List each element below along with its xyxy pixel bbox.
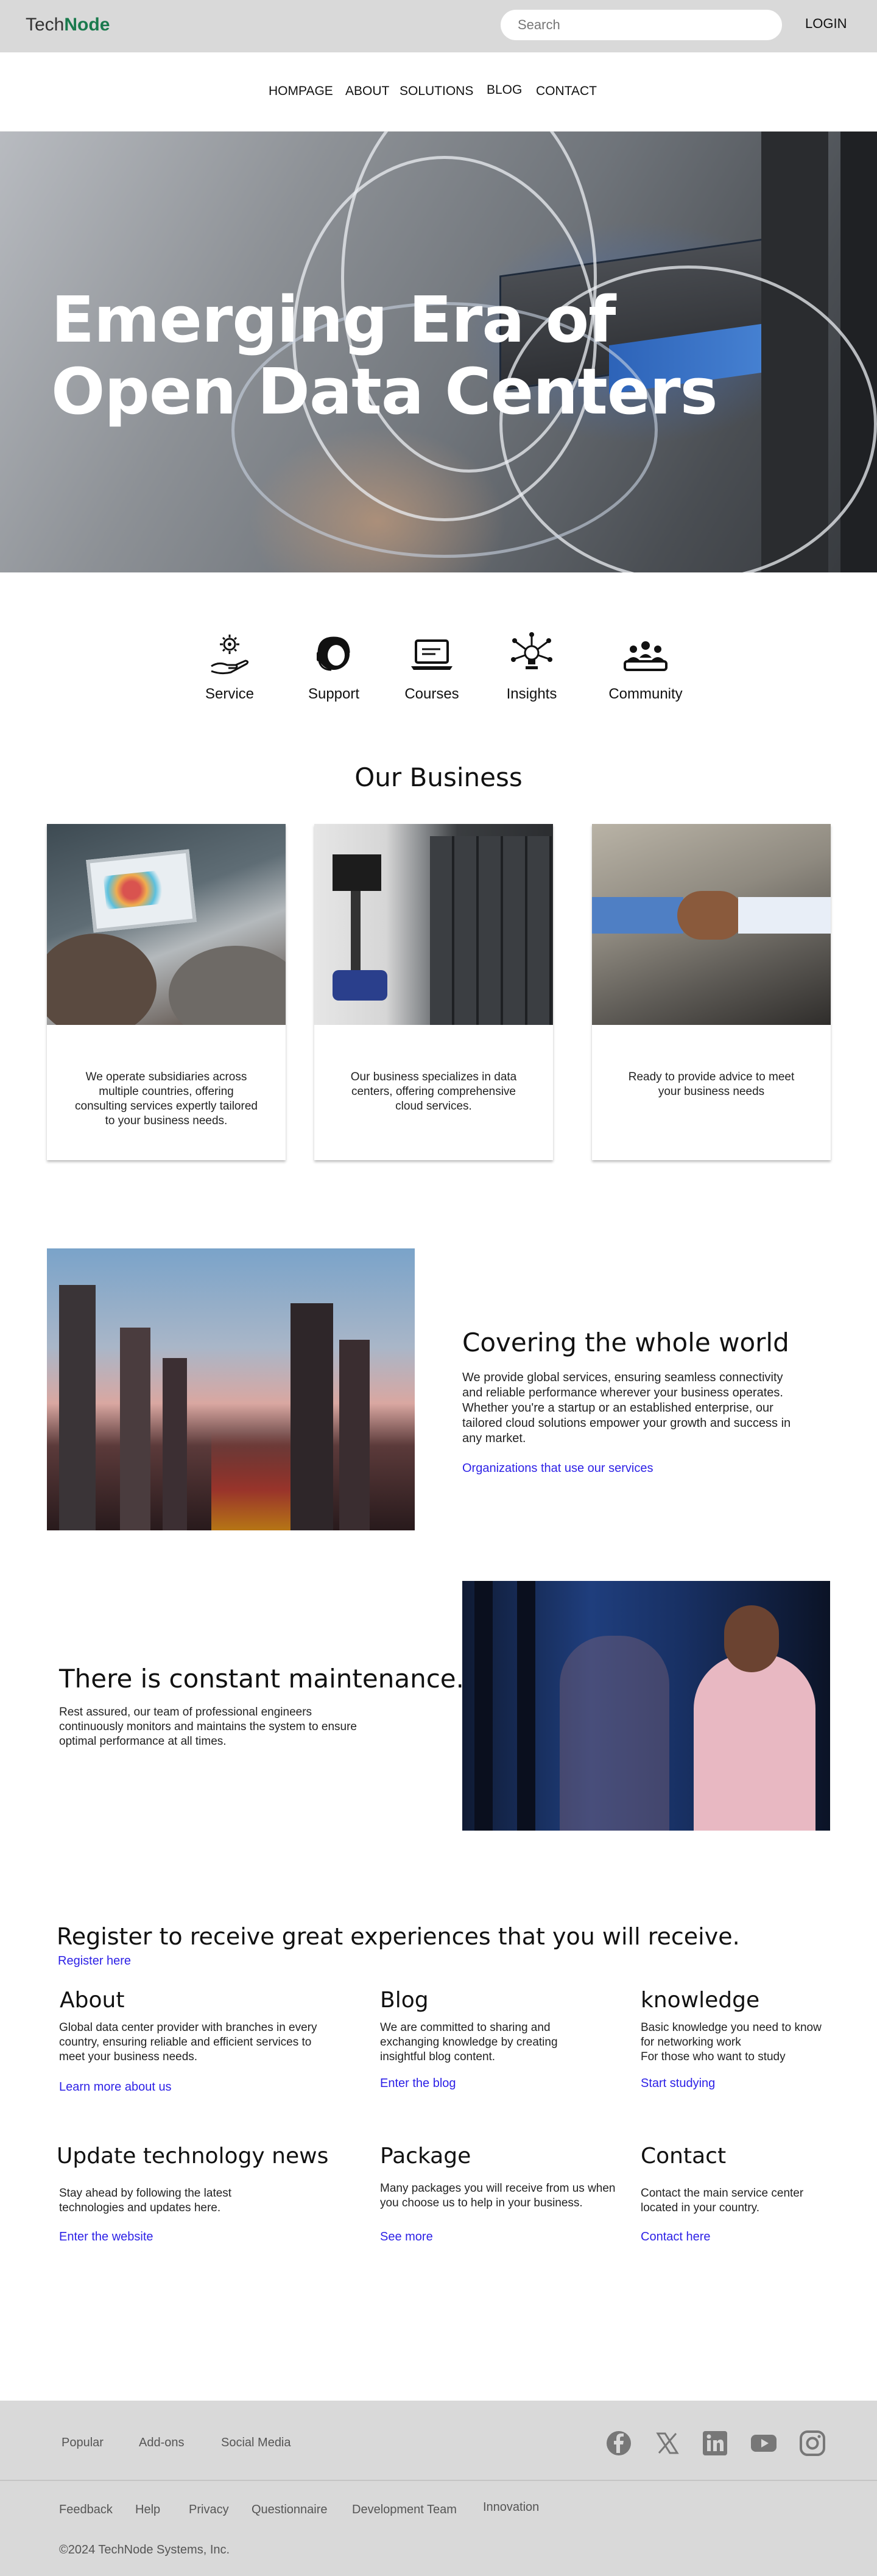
- package-title: Package: [380, 2144, 471, 2169]
- footer-link-privacy[interactable]: Privacy: [189, 2503, 229, 2517]
- footer-link-social-media[interactable]: Social Media: [221, 2436, 291, 2450]
- youtube-icon[interactable]: [749, 2429, 778, 2458]
- feature-label: Support: [308, 686, 360, 702]
- feature-insights[interactable]: Insights: [492, 631, 571, 703]
- contact-link[interactable]: Contact here: [641, 2230, 711, 2244]
- bulb-network-icon: [511, 632, 552, 669]
- package-link[interactable]: See more: [380, 2230, 433, 2244]
- footer-link-innovation[interactable]: Innovation: [483, 2500, 539, 2514]
- blog-title: Blog: [380, 1988, 429, 2013]
- business-card-image: [314, 824, 553, 1025]
- footer-link-questionnaire[interactable]: Questionnaire: [252, 2503, 328, 2517]
- business-card[interactable]: Ready to provide advice to meet your bus…: [592, 824, 831, 1160]
- feature-label: Courses: [404, 686, 459, 702]
- feature-label: Service: [205, 686, 255, 702]
- headset-icon: [317, 636, 350, 671]
- feature-courses[interactable]: Courses: [392, 631, 471, 703]
- register-title: Register to receive great experiences th…: [57, 1923, 740, 1950]
- business-card-text: Ready to provide advice to meet your bus…: [628, 1071, 795, 1098]
- nav-item-about[interactable]: ABOUT: [345, 84, 389, 99]
- brand-name-part1: Tech: [26, 15, 65, 35]
- business-card-text: We operate subsidiaries across multiple …: [75, 1071, 258, 1127]
- business-card-image: [592, 824, 831, 1025]
- instagram-icon[interactable]: [798, 2429, 827, 2458]
- city-skyline-image: [47, 1248, 415, 1530]
- footer-link-development-team[interactable]: Development Team: [352, 2503, 457, 2517]
- hero-title-line1: Emerging Era of: [51, 283, 616, 357]
- footer-link-help[interactable]: Help: [135, 2503, 160, 2517]
- about-title: About: [60, 1988, 125, 2013]
- news-link[interactable]: Enter the website: [59, 2230, 153, 2244]
- facebook-icon[interactable]: [604, 2429, 633, 2458]
- knowledge-text: Basic knowledge you need to know for net…: [641, 2021, 822, 2049]
- maintenance-text: Rest assured, our team of professional e…: [59, 1706, 357, 1748]
- laptop-icon: [411, 639, 453, 670]
- business-card-image: [47, 824, 286, 1025]
- brand-name-part2: Node: [64, 15, 110, 35]
- package-text: Many packages you will receive from us w…: [380, 2182, 616, 2209]
- nav-item-solutions[interactable]: SOLUTIONS: [400, 84, 473, 99]
- copyright: ©2024 TechNode Systems, Inc.: [59, 2543, 230, 2557]
- knowledge-text-secondary: For those who want to study: [641, 2050, 786, 2063]
- feature-service[interactable]: Service: [190, 631, 269, 703]
- login-button[interactable]: LOGIN: [805, 16, 847, 32]
- section-title-business: Our Business: [354, 762, 523, 792]
- engineer-photo: [462, 1581, 830, 1831]
- business-card[interactable]: Our business specializes in data centers…: [314, 824, 553, 1160]
- people-group-icon: [624, 641, 667, 671]
- organizations-link[interactable]: Organizations that use our services: [462, 1462, 653, 1476]
- news-text: Stay ahead by following the latest techn…: [59, 2187, 232, 2214]
- brand-logo[interactable]: TechNode: [26, 15, 110, 35]
- search-input[interactable]: [501, 10, 782, 40]
- x-icon[interactable]: [653, 2429, 682, 2458]
- world-title: Covering the whole world: [462, 1328, 789, 1357]
- blog-link[interactable]: Enter the blog: [380, 2077, 456, 2091]
- nav-item-blog[interactable]: BLOG: [487, 83, 522, 97]
- feature-label: Community: [608, 686, 683, 702]
- about-text: Global data center provider with branche…: [59, 2021, 317, 2063]
- feature-support[interactable]: Support: [294, 631, 373, 703]
- contact-text: Contact the main service center located …: [641, 2187, 804, 2214]
- knowledge-link[interactable]: Start studying: [641, 2077, 715, 2091]
- news-title: Update technology news: [57, 2144, 329, 2169]
- feature-label: Insights: [506, 686, 557, 702]
- about-link[interactable]: Learn more about us: [59, 2080, 172, 2094]
- feature-community[interactable]: Community: [606, 631, 685, 703]
- contact-title: Contact: [641, 2144, 727, 2169]
- blog-text: We are committed to sharing and exchangi…: [380, 2021, 558, 2063]
- register-link[interactable]: Register here: [58, 1954, 131, 1968]
- footer-divider: [0, 2480, 877, 2481]
- gear-hand-icon: [211, 635, 249, 675]
- knowledge-title: knowledge: [641, 1988, 760, 2013]
- nav-item-homepage[interactable]: HOMPAGE: [269, 84, 333, 99]
- hero-title: Emerging Era of Open Data Centers: [51, 283, 718, 429]
- footer-link-feedback[interactable]: Feedback: [59, 2503, 113, 2517]
- footer-link-popular[interactable]: Popular: [62, 2436, 104, 2450]
- footer-link-addons[interactable]: Add-ons: [139, 2436, 185, 2450]
- linkedin-icon[interactable]: [700, 2429, 730, 2458]
- business-card[interactable]: We operate subsidiaries across multiple …: [47, 824, 286, 1160]
- maintenance-title: There is constant maintenance.: [59, 1664, 464, 1694]
- world-text: We provide global services, ensuring sea…: [462, 1371, 791, 1445]
- nav-item-contact[interactable]: CONTACT: [536, 84, 597, 99]
- hero-title-line2: Open Data Centers: [51, 354, 718, 429]
- business-card-text: Our business specializes in data centers…: [350, 1071, 517, 1113]
